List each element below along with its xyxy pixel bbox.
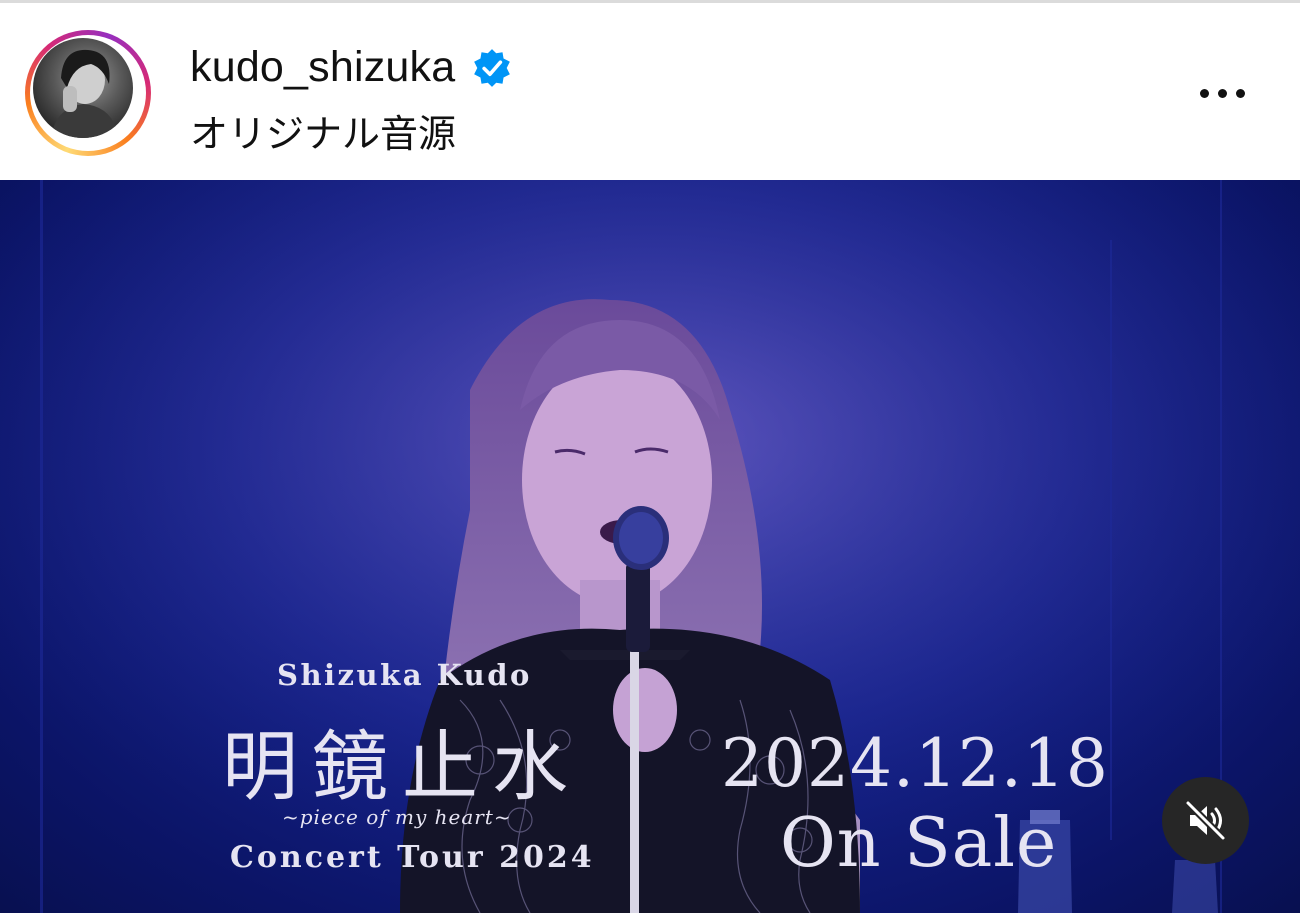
overlay-on-sale: On Sale <box>780 804 1058 883</box>
story-ring-avatar[interactable] <box>25 30 151 156</box>
concert-video-frame <box>0 180 1300 913</box>
post-header: kudo_shizuka オリジナル音源 <box>0 3 1300 180</box>
unmute-button[interactable] <box>1162 777 1249 864</box>
speaker-muted-icon <box>1184 799 1227 842</box>
overlay-artist-name: Shizuka Kudo <box>277 658 532 692</box>
audio-label-link[interactable]: オリジナル音源 <box>190 103 456 158</box>
overlay-album-title: 明鏡止水 <box>222 722 582 811</box>
avatar <box>33 38 133 138</box>
overlay-release-date: 2024.12.18 <box>721 725 1109 802</box>
overlay-album-subtitle: ~piece of my heart~ <box>282 805 512 829</box>
video-player[interactable]: Shizuka Kudo 明鏡止水 ~piece of my heart~ Co… <box>0 180 1300 913</box>
more-options-button[interactable] <box>1196 73 1252 113</box>
more-horizontal-icon <box>1200 89 1209 98</box>
username-link[interactable]: kudo_shizuka <box>190 43 455 92</box>
verified-badge-icon <box>474 49 510 87</box>
overlay-tour-name: Concert Tour 2024 <box>230 840 595 875</box>
avatar-photo <box>51 49 119 138</box>
